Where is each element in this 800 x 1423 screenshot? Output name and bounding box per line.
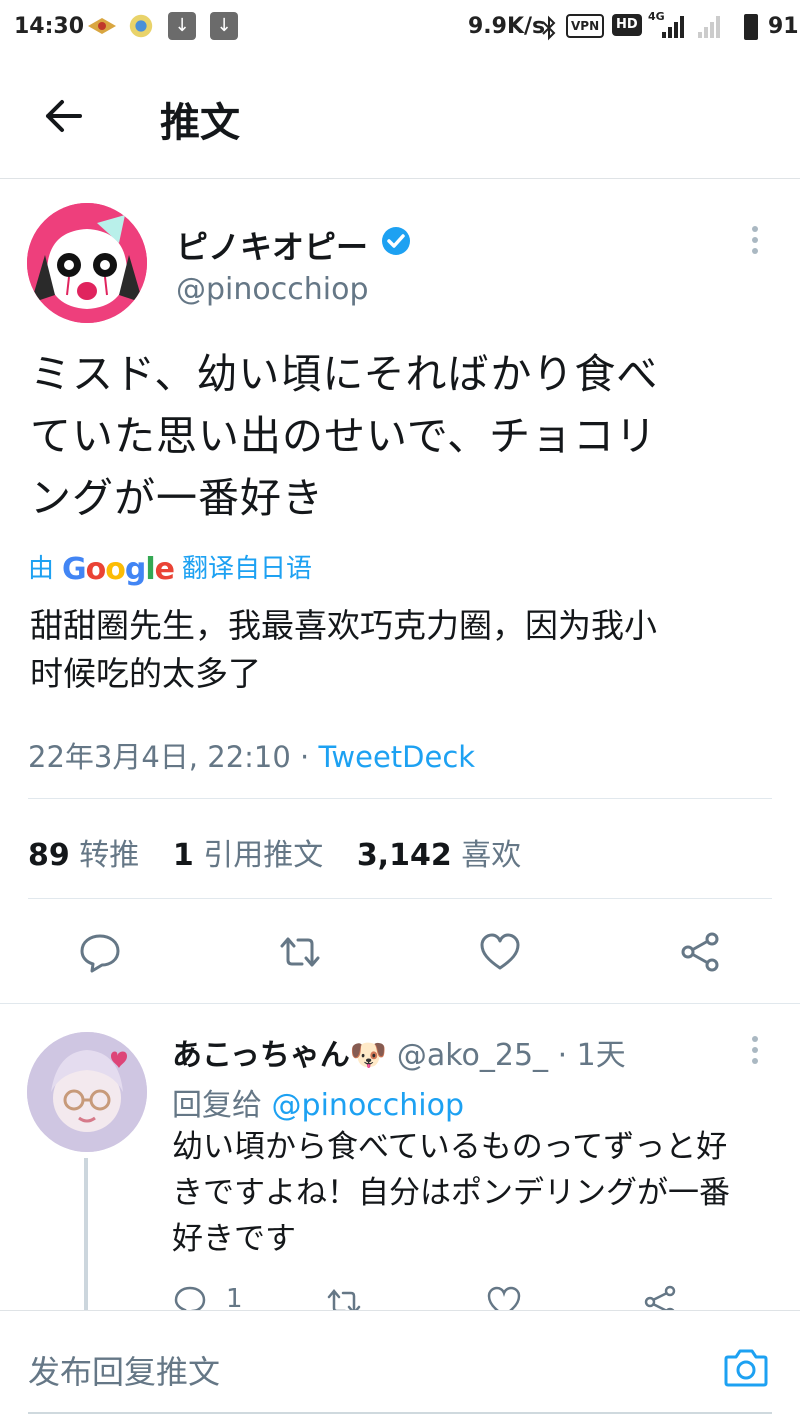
hd-indicator: HD [612,14,642,36]
share-icon[interactable] [678,930,722,974]
translated-text-line: 甜甜圈先生，我最喜欢巧克力圈，因为我小 [30,606,657,645]
author-display-name[interactable]: ピノキオピー [176,222,368,268]
signal-icon [662,16,684,38]
replying-to-label: 回复给 [172,1088,262,1123]
divider [28,798,772,799]
dog-emoji-icon: 🐶 [349,1038,388,1073]
reply-text: 幼い頃から食べているものってずっと好 きですよね！自分はポンデリングが一番 好き… [172,1124,772,1262]
network-speed: 9.9K/s [468,14,546,39]
tweet-timestamp[interactable]: 22年3月4日, 22:10 [28,740,291,774]
reply-author-name[interactable]: あこっちゃん [172,1038,350,1073]
reply-icon[interactable] [78,930,122,974]
reply-reply-count: 1 [226,1284,243,1310]
reply-text-line: 幼い頃から食べているものってずっと好 [172,1129,728,1165]
reply-retweet-icon[interactable] [326,1284,362,1310]
like-count: 3,142 [356,838,452,873]
like-stat[interactable]: 3,142 喜欢 [357,838,521,873]
avatar-illustration [27,203,147,323]
reply-text-line: きですよね！自分はポンデリングが一番 [172,1175,730,1211]
verified-badge-icon [382,227,410,255]
replying-to: 回复给 @pinocchiop [172,1080,464,1124]
quote-count: 1 [172,838,194,873]
reply-avatar[interactable] [27,1032,147,1152]
tweet-text-line: ングが一番好き [30,474,324,522]
reply-author-handle[interactable]: @ako_25_ [397,1038,548,1073]
reply-more-options-icon[interactable] [752,1036,760,1069]
tweet-text: ミスド、幼い頃にそればかり食べ ていた思い出のせいで、チョコリ ングが一番好き [30,343,770,529]
status-bar: 14:30 ↓ ↓ 9.9K/s VPN HD 4G 91 [0,0,800,56]
vpn-indicator: VPN [566,14,605,38]
app-notification-icon-2 [129,14,153,38]
replying-to-handle[interactable]: @pinocchiop [272,1088,464,1123]
download-icon-2: ↓ [210,12,238,40]
tweet-text-line: ミスド、幼い頃にそればかり食べ [30,350,659,398]
avatar[interactable] [27,203,147,323]
reply-reply-icon[interactable] [172,1284,208,1310]
quote-stat[interactable]: 1 引用推文 [173,838,323,873]
translation-attribution[interactable]: 由 Google 翻译自日语 [28,548,312,587]
author-handle[interactable]: @pinocchiop [176,272,368,307]
status-time: 14:30 [14,14,85,39]
page-title: 推文 [160,100,240,146]
reply-share-icon[interactable] [642,1284,678,1310]
battery-icon [744,14,758,40]
reply-time: · 1天 [557,1038,626,1073]
more-options-icon[interactable] [752,226,760,259]
reply-input[interactable]: 发布回复推文 [28,1347,220,1393]
like-heart-icon[interactable] [478,930,522,974]
reply-text-line: 好きです [172,1221,296,1257]
google-logo: Google [62,552,175,587]
reply-composer: 发布回复推文 [0,1310,800,1423]
tweet-stats: 89 转推 1 引用推文 3,142 喜欢 [28,830,545,874]
battery-level: 91 [768,14,799,39]
reply-action-bar: 1 [170,1284,730,1310]
tweet-text-line: ていた思い出のせいで、チョコリ [30,412,658,460]
reply-like-heart-icon[interactable] [486,1284,522,1310]
reply-header: あこっちゃん🐶 @ako_25_ · 1天 [172,1030,626,1074]
signal-icon-2 [698,16,720,38]
reply-avatar-illustration [27,1032,147,1152]
meta-separator: · [300,740,310,774]
tweet-meta: 22年3月4日, 22:10 · TweetDeck [28,734,475,776]
like-label: 喜欢 [461,838,522,873]
tweet-source-link[interactable]: TweetDeck [318,740,475,774]
translated-text: 甜甜圈先生，我最喜欢巧克力圈，因为我小 时候吃的太多了 [30,602,770,698]
translated-text-line: 时候吃的太多了 [30,654,261,693]
retweet-stat[interactable]: 89 转推 [28,838,139,873]
bluetooth-icon [542,15,556,41]
camera-icon[interactable] [722,1343,770,1391]
translate-suffix: 翻译自日语 [182,554,313,584]
retweet-label: 转推 [79,838,140,873]
top-app-bar: 推文 [0,56,800,179]
translate-prefix: 由 [28,554,55,584]
thread-connector [84,1158,88,1310]
retweet-icon[interactable] [278,930,322,974]
divider [28,898,772,899]
quote-label: 引用推文 [203,838,324,873]
app-notification-icon [88,18,116,34]
back-arrow-icon[interactable] [42,94,86,138]
download-icon: ↓ [168,12,196,40]
composer-underline [28,1412,772,1414]
section-divider [0,1003,800,1004]
retweet-count: 89 [28,838,70,873]
